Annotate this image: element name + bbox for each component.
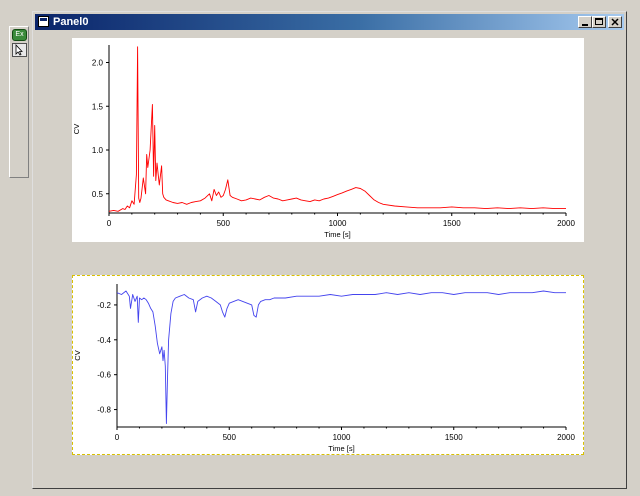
maximize-icon[interactable] (592, 16, 606, 28)
x-axis-label: Time [s] (328, 444, 354, 453)
window-title: Panel0 (53, 16, 89, 28)
mode-toggle-button[interactable]: Ex (12, 29, 27, 41)
y-tick-label: 2.0 (92, 59, 104, 68)
y-tick-label: 1.5 (92, 102, 104, 111)
y-tick-label: -0.2 (97, 301, 111, 310)
chart-panel-top[interactable]: 0 500 1000 1500 2000 0.5 1.0 1.5 2.0 Time [s] CV (72, 38, 584, 242)
x-tick-label: 2000 (557, 433, 575, 442)
x-tick-label: 1000 (329, 219, 347, 228)
x-axis-label: Time [s] (324, 230, 350, 239)
x-tick-label: 1500 (443, 219, 461, 228)
x-tick-label: 500 (223, 433, 237, 442)
y-tick-label: -0.4 (97, 336, 111, 345)
x-tick-label: 2000 (557, 219, 575, 228)
window-titlebar[interactable]: Panel0 (35, 14, 624, 30)
x-tick-label: 500 (217, 219, 231, 228)
x-tick-label: 1500 (445, 433, 463, 442)
series-line (108, 46, 566, 212)
y-axis-label: CV (73, 350, 82, 360)
y-tick-label: -0.6 (97, 371, 111, 380)
close-icon[interactable] (608, 16, 622, 28)
chart-panel-bottom[interactable]: 0 500 1000 1500 2000 -0.2 -0.4 -0.6 -0.8 Time [s]… (72, 275, 584, 455)
y-tick-label: -0.8 (97, 406, 111, 415)
y-tick-label: 1.0 (92, 146, 104, 155)
tool-palette: Ex (9, 26, 29, 178)
x-tick-label: 1000 (333, 433, 351, 442)
window-app-icon (38, 16, 49, 27)
chart-bottom: 0 500 1000 1500 2000 -0.2 -0.4 -0.6 -0.8 Time [s]… (73, 284, 575, 453)
chart-top: 0 500 1000 1500 2000 0.5 1.0 1.5 2.0 Time [s] CV (72, 45, 575, 239)
series-line (116, 290, 566, 424)
panel-window: Panel0 0 500 1000 1500 2000 0.5 1.0 1.5 2.0 Time … (32, 11, 627, 489)
y-axis-label: CV (72, 124, 81, 134)
x-tick-label: 0 (115, 433, 120, 442)
arrow-pointer-icon[interactable] (12, 43, 27, 57)
x-tick-label: 0 (107, 219, 112, 228)
y-tick-label: 0.5 (92, 190, 104, 199)
minimize-icon[interactable] (578, 16, 592, 28)
